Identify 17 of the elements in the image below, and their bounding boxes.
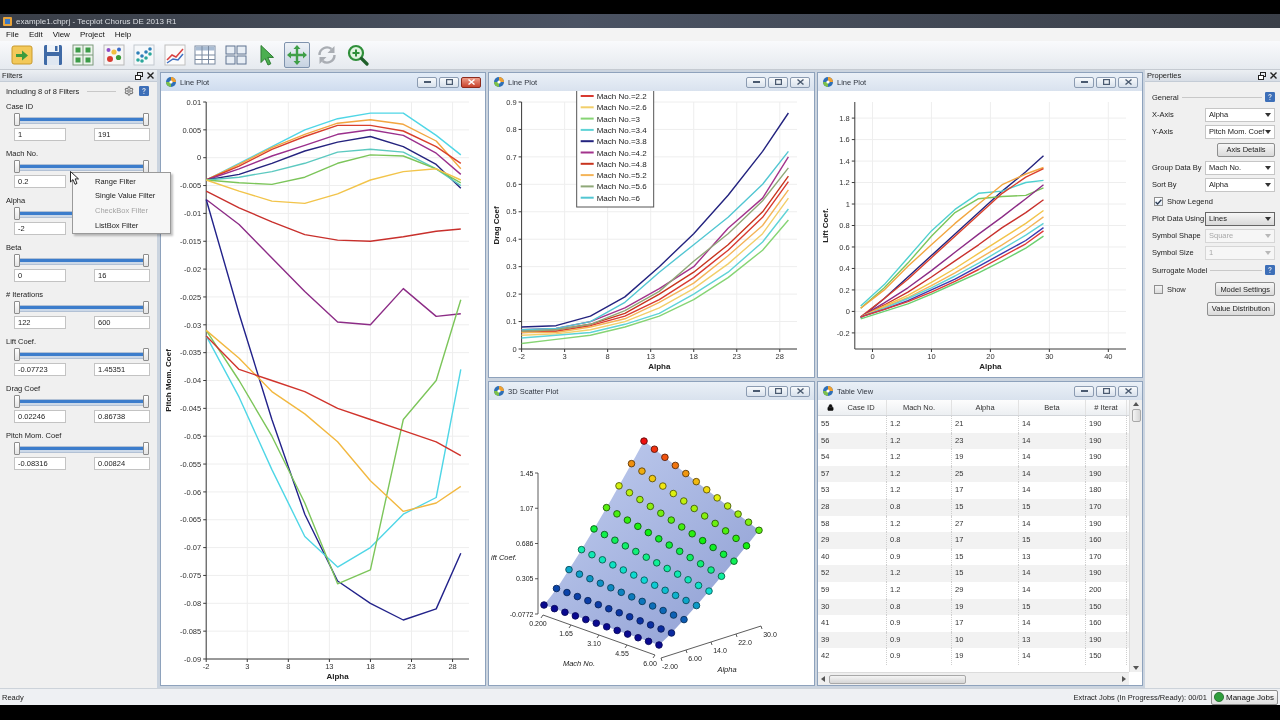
legend-label: Mach No.=3.4 [596, 125, 647, 135]
legend-label: Mach No.=3 [596, 114, 641, 124]
legend-label: Mach No.=4.2 [596, 148, 647, 158]
axis-title: Alpha [979, 362, 1002, 371]
legend-label: Mach No.=4.8 [596, 159, 647, 169]
axis-title: Lift Coef. [821, 208, 830, 243]
legend-label: Mach No.=2.6 [596, 103, 647, 113]
axis-title: Alpha [648, 362, 671, 371]
axis-title: Alpha [326, 672, 349, 681]
legend-label: Mach No.=6 [596, 193, 641, 203]
window-title: example1.chprj - Tecplot Chorus DE 2013 R1 [16, 16, 177, 26]
legend-label: Mach No.=2.2 [596, 92, 647, 101]
legend-label: Mach No.=3.8 [596, 137, 647, 147]
legend-label: Mach No.=5.6 [596, 182, 647, 192]
legend-label: Mach No.=5.2 [596, 171, 647, 181]
axis-title: Pitch Mom. Coef [164, 349, 173, 412]
axis-title: Drag Coef [492, 206, 501, 245]
